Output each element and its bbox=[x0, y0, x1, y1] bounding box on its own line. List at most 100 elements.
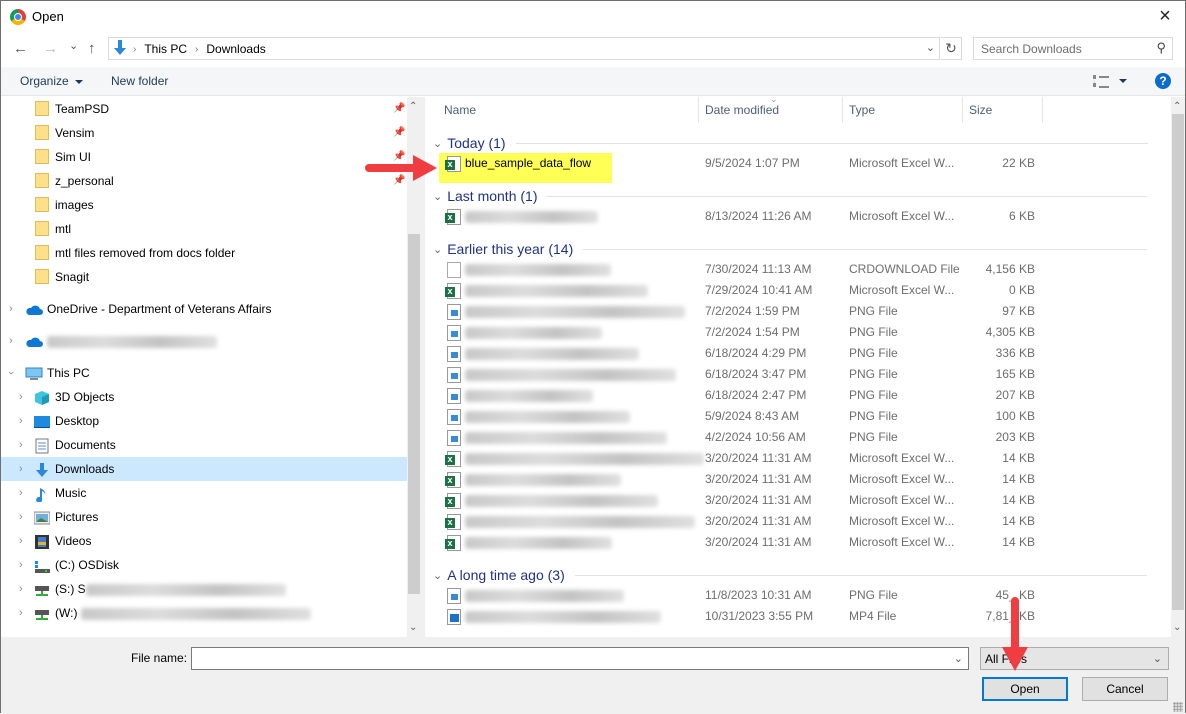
file-row[interactable]: 6/18/2024 2:47 PM PNG File 207 KB bbox=[425, 385, 1171, 406]
group-divider bbox=[583, 248, 1148, 250]
file-row[interactable]: 10/31/2023 3:55 PM MP4 File 7,81_ KB bbox=[425, 606, 1171, 627]
group-collapse-icon[interactable]: ⌄ bbox=[433, 569, 442, 582]
collapse-chevron-icon[interactable]: › bbox=[5, 371, 17, 375]
png-file-icon bbox=[447, 409, 461, 425]
file-name-dropdown-icon[interactable]: ⌄ bbox=[954, 652, 963, 665]
nav-item-snagit[interactable]: Snagit bbox=[35, 265, 89, 289]
column-header-name[interactable]: Name bbox=[425, 97, 476, 125]
file-row[interactable]: 3/20/2024 11:31 AM Microsoft Excel W... 14… bbox=[425, 511, 1171, 532]
nav-item-pictures[interactable]: Pictures bbox=[33, 505, 98, 529]
file-row[interactable]: 7/29/2024 10:41 AM Microsoft Excel W... 0 … bbox=[425, 280, 1171, 301]
group-header[interactable]: ⌄ Earlier this year (14) bbox=[433, 239, 1148, 259]
expand-chevron-icon[interactable]: › bbox=[19, 415, 23, 427]
redacted-filename bbox=[465, 263, 611, 276]
search-input[interactable]: Search Downloads ⚲ bbox=[973, 37, 1173, 60]
nav-item-desktop[interactable]: Desktop bbox=[34, 409, 99, 433]
window-title: Open bbox=[32, 9, 64, 24]
resize-grip[interactable] bbox=[1173, 702, 1183, 712]
expand-chevron-icon[interactable]: › bbox=[9, 303, 13, 315]
group-collapse-icon[interactable]: ⌄ bbox=[433, 137, 442, 150]
file-list-scroll-thumb[interactable] bbox=[1172, 114, 1184, 610]
nav-item-music[interactable]: Music bbox=[34, 481, 86, 505]
expand-chevron-icon[interactable]: › bbox=[19, 487, 23, 499]
cancel-button[interactable]: Cancel bbox=[1082, 677, 1168, 701]
address-dropdown-icon[interactable]: ⌄ bbox=[926, 41, 935, 54]
scroll-down-icon[interactable]: ⌄ bbox=[409, 622, 417, 633]
file-row[interactable]: 3/20/2024 11:31 AM Microsoft Excel W... 14… bbox=[425, 448, 1171, 469]
group-header[interactable]: ⌄ Today (1) bbox=[433, 133, 1148, 153]
nav-item-3d-objects[interactable]: 3D Objects bbox=[34, 385, 114, 409]
expand-chevron-icon[interactable]: › bbox=[9, 335, 13, 347]
group-collapse-icon[interactable]: ⌄ bbox=[433, 190, 442, 203]
column-header-size[interactable]: Size bbox=[950, 97, 992, 125]
folder-icon bbox=[35, 125, 49, 141]
expand-chevron-icon[interactable]: › bbox=[19, 607, 23, 619]
view-options-icon[interactable] bbox=[1093, 75, 1109, 88]
nav-item-z-personal[interactable]: z_personal bbox=[35, 169, 114, 193]
nav-item-onedrive-2[interactable] bbox=[25, 329, 217, 353]
nav-item-downloads[interactable]: Downloads bbox=[34, 457, 114, 481]
file-row[interactable]: 5/9/2024 8:43 AM PNG File 100 KB bbox=[425, 406, 1171, 427]
column-header-date[interactable]: Date modified bbox=[686, 97, 779, 125]
new-folder-button[interactable]: New folder bbox=[111, 74, 168, 88]
nav-item-vensim[interactable]: Vensim bbox=[35, 121, 94, 145]
breadcrumb-this-pc[interactable]: This PC bbox=[144, 42, 187, 56]
nav-item-images[interactable]: images bbox=[35, 193, 94, 217]
nav-item-teampsd[interactable]: TeamPSD bbox=[35, 97, 109, 121]
group-header[interactable]: ⌄ Last month (1) bbox=[433, 186, 1148, 206]
column-separator[interactable] bbox=[1042, 97, 1043, 123]
expand-chevron-icon[interactable]: › bbox=[19, 463, 23, 475]
nav-item-documents[interactable]: Documents bbox=[34, 433, 116, 457]
nav-label: Documents bbox=[55, 438, 116, 452]
file-row[interactable]: 7/2/2024 1:59 PM PNG File 97 KB bbox=[425, 301, 1171, 322]
recent-locations-button[interactable]: ⌄ bbox=[69, 39, 78, 52]
nav-item-videos[interactable]: Videos bbox=[34, 529, 91, 553]
nav-item-sim-ui[interactable]: Sim UI bbox=[35, 145, 91, 169]
nav-item-mtl[interactable]: mtl bbox=[35, 217, 71, 241]
scroll-down-icon[interactable]: ⌄ bbox=[1173, 622, 1181, 633]
back-button[interactable]: ← bbox=[13, 40, 28, 57]
help-button[interactable]: ? bbox=[1155, 73, 1171, 89]
organize-button[interactable]: Organize bbox=[20, 74, 83, 88]
scroll-up-icon[interactable]: ⌃ bbox=[1173, 101, 1181, 112]
up-button[interactable]: ↑ bbox=[88, 40, 96, 57]
file-name-input[interactable]: ⌄ bbox=[191, 647, 969, 670]
group-divider bbox=[515, 142, 1148, 144]
open-button[interactable]: Open bbox=[982, 677, 1068, 701]
file-row[interactable]: 8/13/2024 11:26 AM Microsoft Excel W... 6 … bbox=[425, 206, 1171, 227]
file-row[interactable]: 3/20/2024 11:31 AM Microsoft Excel W... 14… bbox=[425, 532, 1171, 553]
nav-item-mtl-files-removed[interactable]: mtl files removed from docs folder bbox=[35, 241, 235, 265]
file-row[interactable]: 4/2/2024 10:56 AM PNG File 203 KB bbox=[425, 427, 1171, 448]
file-row[interactable]: 7/2/2024 1:54 PM PNG File 4,305 KB bbox=[425, 322, 1171, 343]
file-row[interactable]: 6/18/2024 4:29 PM PNG File 336 KB bbox=[425, 343, 1171, 364]
nav-item-onedrive-va[interactable]: OneDrive - Department of Veterans Affair… bbox=[25, 297, 272, 321]
group-collapse-icon[interactable]: ⌄ bbox=[433, 243, 442, 256]
expand-chevron-icon[interactable]: › bbox=[19, 535, 23, 547]
address-bar[interactable]: › This PC › Downloads ⌄ bbox=[108, 37, 940, 60]
close-button[interactable]: × bbox=[1153, 4, 1177, 28]
expand-chevron-icon[interactable]: › bbox=[19, 391, 23, 403]
nav-item-s-drive[interactable]: (S:) S bbox=[34, 577, 286, 601]
scroll-up-icon[interactable]: ⌃ bbox=[409, 101, 417, 112]
nav-item-this-pc[interactable]: This PC bbox=[25, 361, 90, 385]
file-row[interactable]: 6/18/2024 3:47 PM PNG File 165 KB bbox=[425, 364, 1171, 385]
nav-scroll-thumb[interactable] bbox=[408, 234, 420, 594]
expand-chevron-icon[interactable]: › bbox=[19, 511, 23, 523]
group-header[interactable]: ⌄ A long time ago (3) bbox=[433, 565, 1147, 585]
expand-chevron-icon[interactable]: › bbox=[19, 439, 23, 451]
file-row[interactable]: 3/20/2024 11:31 AM Microsoft Excel W... 14… bbox=[425, 490, 1171, 511]
file-list-scrollbar[interactable]: ⌃ ⌄ bbox=[1171, 97, 1185, 637]
forward-button[interactable]: → bbox=[43, 40, 58, 57]
view-dropdown-icon[interactable] bbox=[1119, 79, 1127, 83]
nav-item-c-drive[interactable]: (C:) OSDisk bbox=[34, 553, 119, 577]
file-row[interactable]: blue_sample_data_flow 9/5/2024 1:07 PM Mic… bbox=[425, 153, 1171, 174]
file-row[interactable]: 11/8/2023 10:31 AM PNG File 45_ KB bbox=[425, 585, 1171, 606]
breadcrumb-downloads[interactable]: Downloads bbox=[206, 42, 265, 56]
refresh-button[interactable]: ↻ bbox=[941, 37, 962, 60]
nav-item-w-drive[interactable]: (W:) bbox=[34, 601, 311, 625]
expand-chevron-icon[interactable]: › bbox=[19, 583, 23, 595]
expand-chevron-icon[interactable]: › bbox=[19, 559, 23, 571]
column-header-type[interactable]: Type bbox=[830, 97, 875, 125]
file-row[interactable]: 3/20/2024 11:31 AM Microsoft Excel W... 14… bbox=[425, 469, 1171, 490]
file-row[interactable]: 7/30/2024 11:13 AM CRDOWNLOAD File 4,156 K… bbox=[425, 259, 1171, 280]
